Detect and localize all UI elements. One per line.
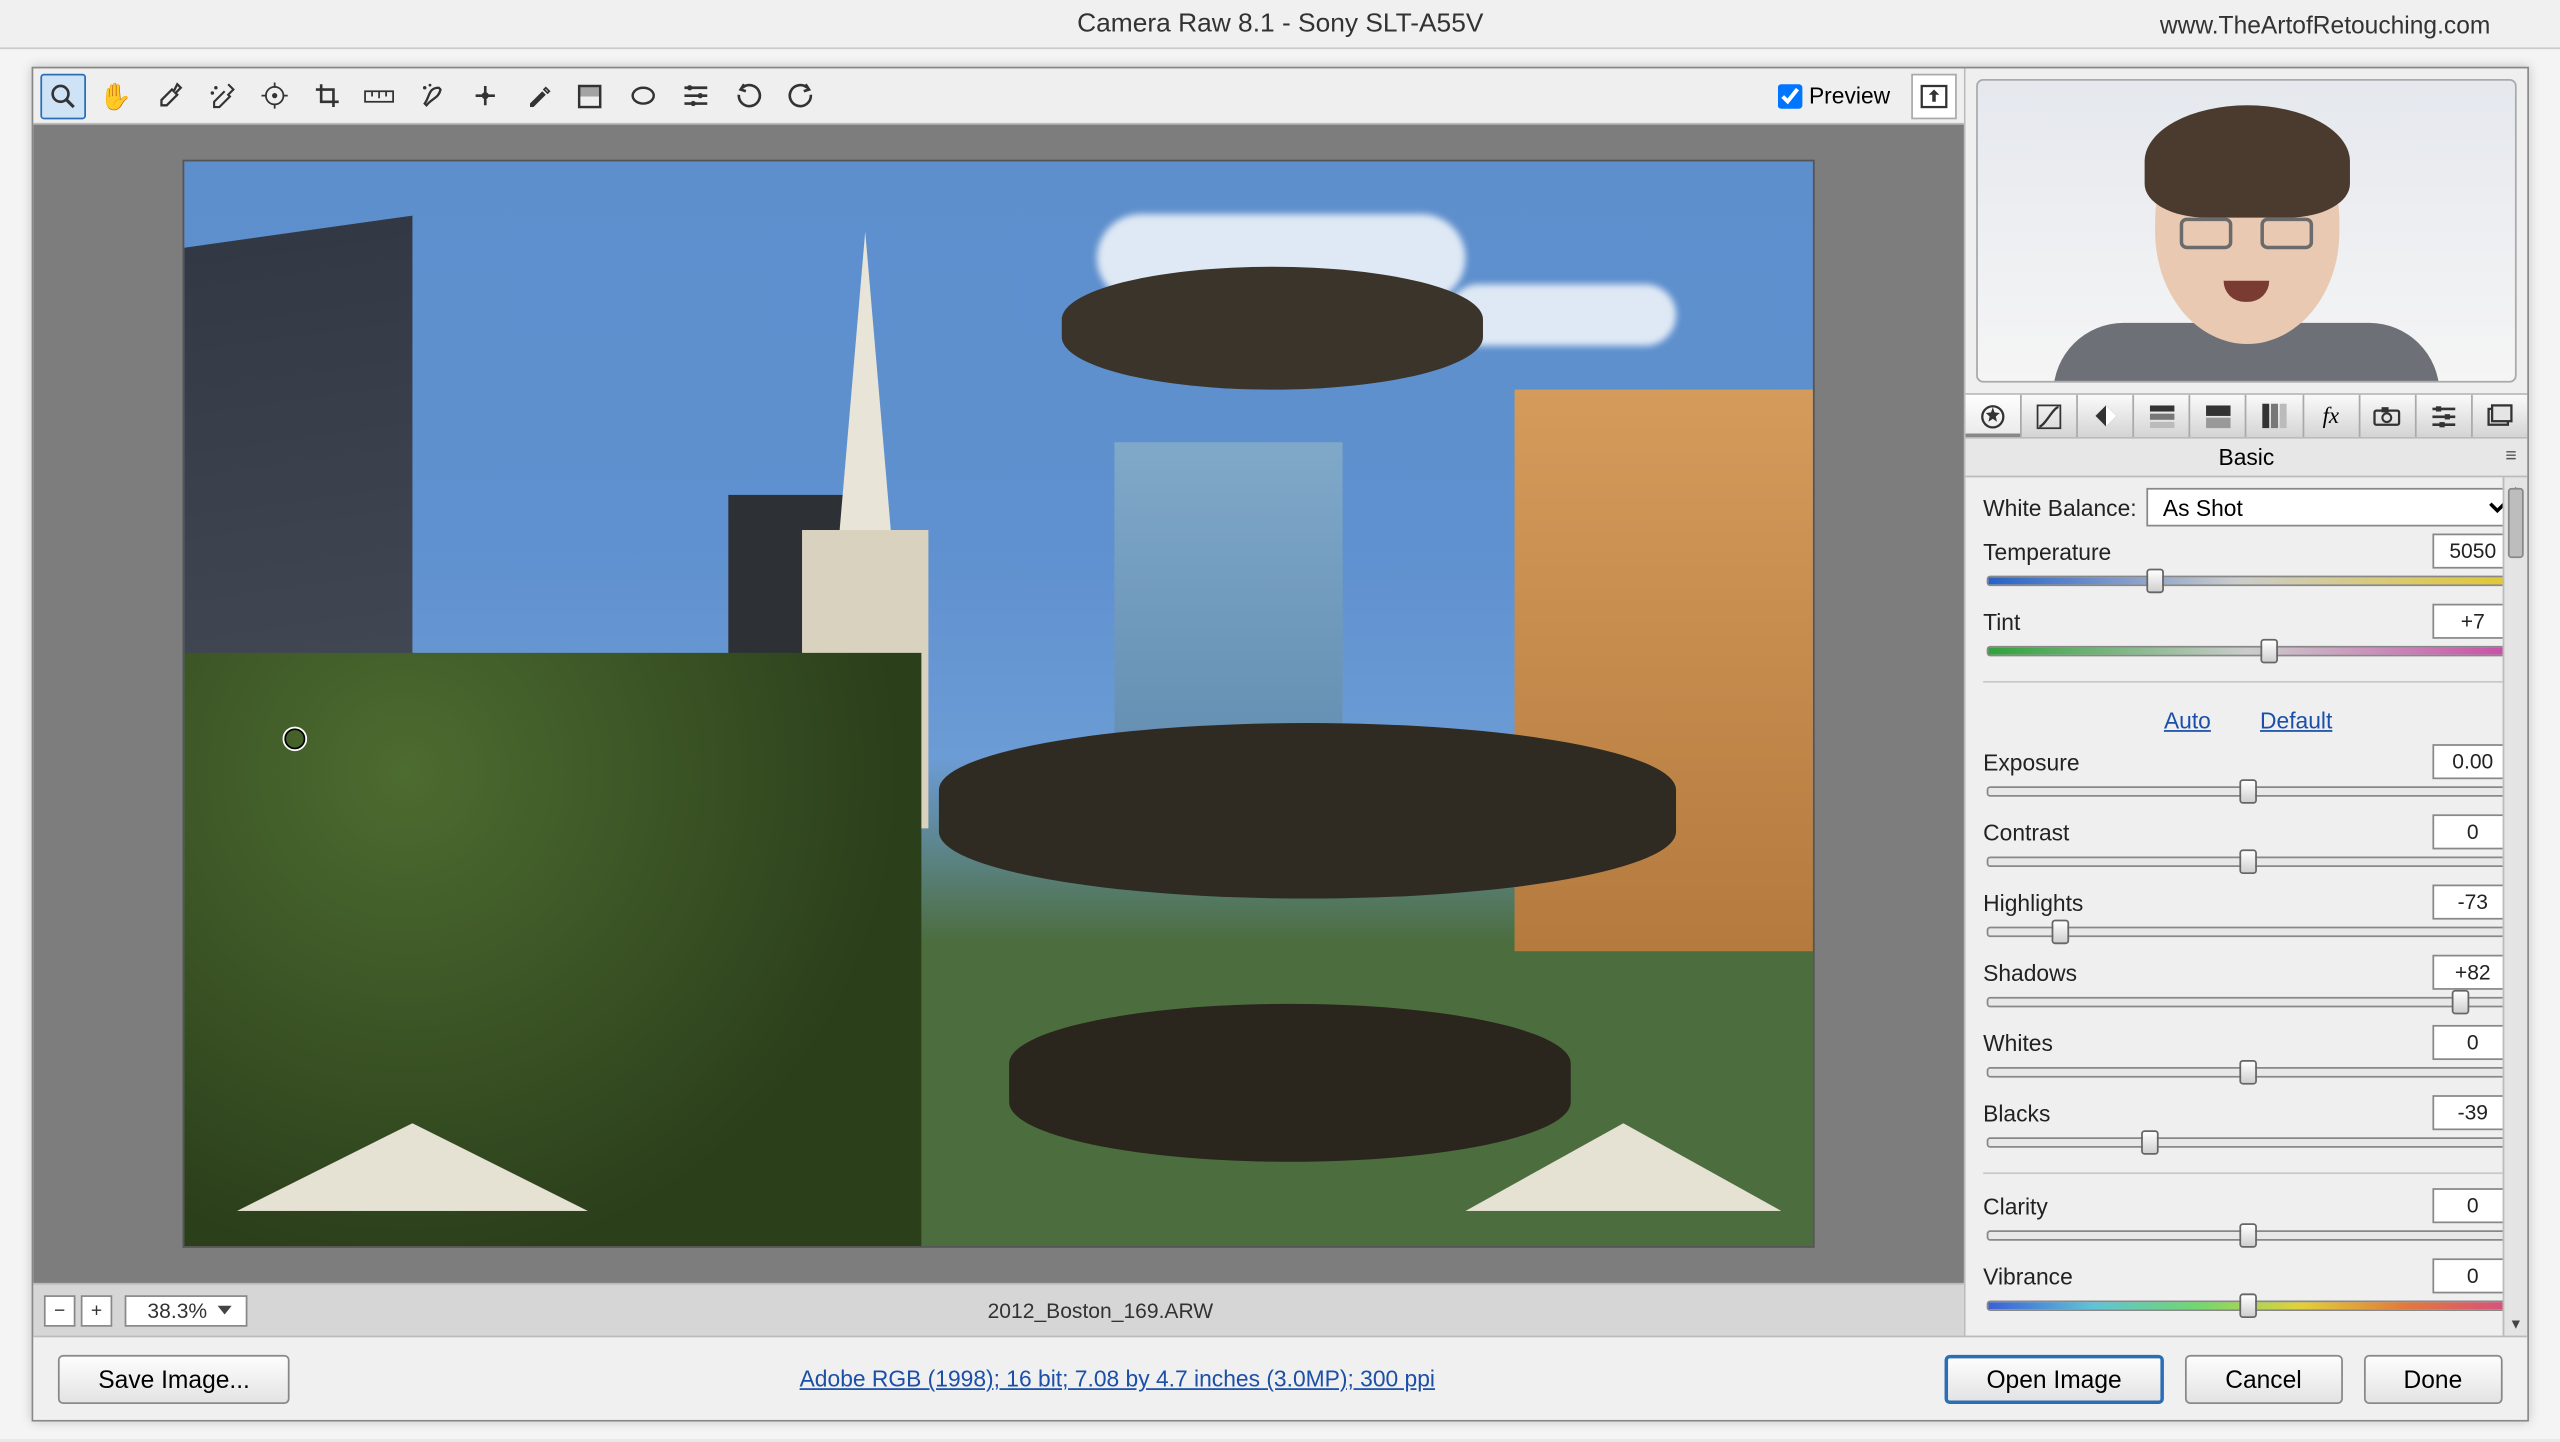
- done-button[interactable]: Done: [2363, 1354, 2502, 1403]
- presenter-video: [1976, 79, 2517, 383]
- toolbar: ✋ Preview: [33, 68, 1964, 124]
- zoom-value: 38.3%: [147, 1298, 207, 1323]
- title-bar: Camera Raw 8.1 - Sony SLT-A55V www.TheAr…: [0, 0, 2560, 49]
- contrast-value[interactable]: 0: [2432, 814, 2513, 849]
- basic-panel: White Balance: As Shot Temperature5050 T…: [1966, 477, 2528, 1335]
- preferences-tool-icon[interactable]: [672, 73, 718, 119]
- histogram-area: [1966, 68, 2528, 393]
- preview-checkbox-input[interactable]: [1777, 83, 1802, 108]
- tab-hsl[interactable]: [2135, 395, 2191, 437]
- whites-slider[interactable]: Whites0: [1983, 1025, 2513, 1088]
- image-canvas[interactable]: [33, 125, 1964, 1283]
- tab-snapshots[interactable]: [2473, 395, 2528, 437]
- highlights-slider[interactable]: Highlights-73: [1983, 885, 2513, 948]
- redeye-tool-icon[interactable]: [462, 73, 508, 119]
- hand-tool-icon[interactable]: ✋: [93, 73, 139, 119]
- scroll-down-icon[interactable]: ▼: [2504, 1311, 2527, 1336]
- preview-image: [183, 160, 1815, 1248]
- contrast-slider[interactable]: Contrast0: [1983, 814, 2513, 877]
- zoom-tool-icon[interactable]: [40, 73, 86, 119]
- zoom-cursor-icon: [283, 727, 308, 752]
- filename-label: 2012_Boston_169.ARW: [248, 1298, 1954, 1323]
- white-balance-label: White Balance:: [1983, 494, 2136, 520]
- targeted-adjust-tool-icon[interactable]: [251, 73, 297, 119]
- app-title: Camera Raw 8.1 - Sony SLT-A55V: [1077, 9, 1483, 39]
- vibrance-slider[interactable]: Vibrance0: [1983, 1258, 2513, 1321]
- tab-lens-corrections[interactable]: [2247, 395, 2303, 437]
- color-sampler-tool-icon[interactable]: [198, 73, 244, 119]
- zoom-out-button[interactable]: −: [44, 1294, 76, 1326]
- tab-camera-calibration[interactable]: [2360, 395, 2416, 437]
- straighten-tool-icon[interactable]: [356, 73, 402, 119]
- highlights-value[interactable]: -73: [2432, 885, 2513, 920]
- panel-tabs: fx: [1966, 393, 2528, 439]
- camera-raw-dialog: ✋ Preview: [32, 67, 2529, 1422]
- temperature-slider[interactable]: Temperature5050: [1983, 534, 2513, 597]
- spot-removal-tool-icon[interactable]: [409, 73, 455, 119]
- panel-menu-icon[interactable]: ≡: [2505, 446, 2516, 467]
- preview-checkbox[interactable]: Preview: [1777, 82, 1890, 108]
- auto-link[interactable]: Auto: [2164, 707, 2211, 733]
- vibrance-value[interactable]: 0: [2432, 1258, 2513, 1293]
- workflow-options-link[interactable]: Adobe RGB (1998); 16 bit; 7.08 by 4.7 in…: [311, 1365, 1923, 1391]
- scroll-thumb[interactable]: [2508, 488, 2524, 558]
- default-link[interactable]: Default: [2260, 707, 2332, 733]
- chevron-down-icon: [218, 1306, 232, 1315]
- panel-scrollbar[interactable]: ▲ ▼: [2503, 477, 2528, 1335]
- fullscreen-toggle-icon[interactable]: [1911, 73, 1957, 119]
- temperature-value[interactable]: 5050: [2432, 534, 2513, 569]
- clarity-slider[interactable]: Clarity0: [1983, 1188, 2513, 1251]
- panel-title: Basic ≡: [1966, 439, 2528, 478]
- white-balance-select[interactable]: As Shot: [2147, 488, 2513, 527]
- rotate-ccw-tool-icon[interactable]: [725, 73, 771, 119]
- exposure-slider[interactable]: Exposure0.00: [1983, 744, 2513, 807]
- clarity-value[interactable]: 0: [2432, 1188, 2513, 1223]
- open-image-button[interactable]: Open Image: [1944, 1354, 2163, 1403]
- tint-value[interactable]: +7: [2432, 604, 2513, 639]
- tab-split-toning[interactable]: [2191, 395, 2247, 437]
- whites-value[interactable]: 0: [2432, 1025, 2513, 1060]
- exposure-value[interactable]: 0.00: [2432, 744, 2513, 779]
- status-strip: − + 38.3% 2012_Boston_169.ARW: [33, 1283, 1964, 1336]
- rotate-cw-tool-icon[interactable]: [777, 73, 823, 119]
- cancel-button[interactable]: Cancel: [2185, 1354, 2342, 1403]
- zoom-level-dropdown[interactable]: 38.3%: [125, 1294, 248, 1326]
- tab-basic[interactable]: [1966, 395, 2022, 437]
- watermark-url: www.TheArtofRetouching.com: [2160, 10, 2490, 38]
- adjustment-brush-tool-icon[interactable]: [514, 73, 560, 119]
- radial-filter-tool-icon[interactable]: [620, 73, 666, 119]
- eyedropper-tool-icon[interactable]: [146, 73, 192, 119]
- save-image-button[interactable]: Save Image...: [58, 1354, 290, 1403]
- tab-effects[interactable]: fx: [2304, 395, 2360, 437]
- shadows-value[interactable]: +82: [2432, 955, 2513, 990]
- auto-default-links: Auto Default: [1983, 697, 2513, 737]
- crop-tool-icon[interactable]: [304, 73, 350, 119]
- blacks-value[interactable]: -39: [2432, 1095, 2513, 1130]
- tab-detail[interactable]: [2078, 395, 2134, 437]
- dialog-footer: Save Image... Adobe RGB (1998); 16 bit; …: [33, 1336, 2527, 1420]
- graduated-filter-tool-icon[interactable]: [567, 73, 613, 119]
- shadows-slider[interactable]: Shadows+82: [1983, 955, 2513, 1018]
- preview-label: Preview: [1809, 82, 1890, 108]
- tab-tone-curve[interactable]: [2022, 395, 2078, 437]
- tint-slider[interactable]: Tint+7: [1983, 604, 2513, 667]
- zoom-in-button[interactable]: +: [81, 1294, 113, 1326]
- blacks-slider[interactable]: Blacks-39: [1983, 1095, 2513, 1158]
- tab-presets[interactable]: [2416, 395, 2472, 437]
